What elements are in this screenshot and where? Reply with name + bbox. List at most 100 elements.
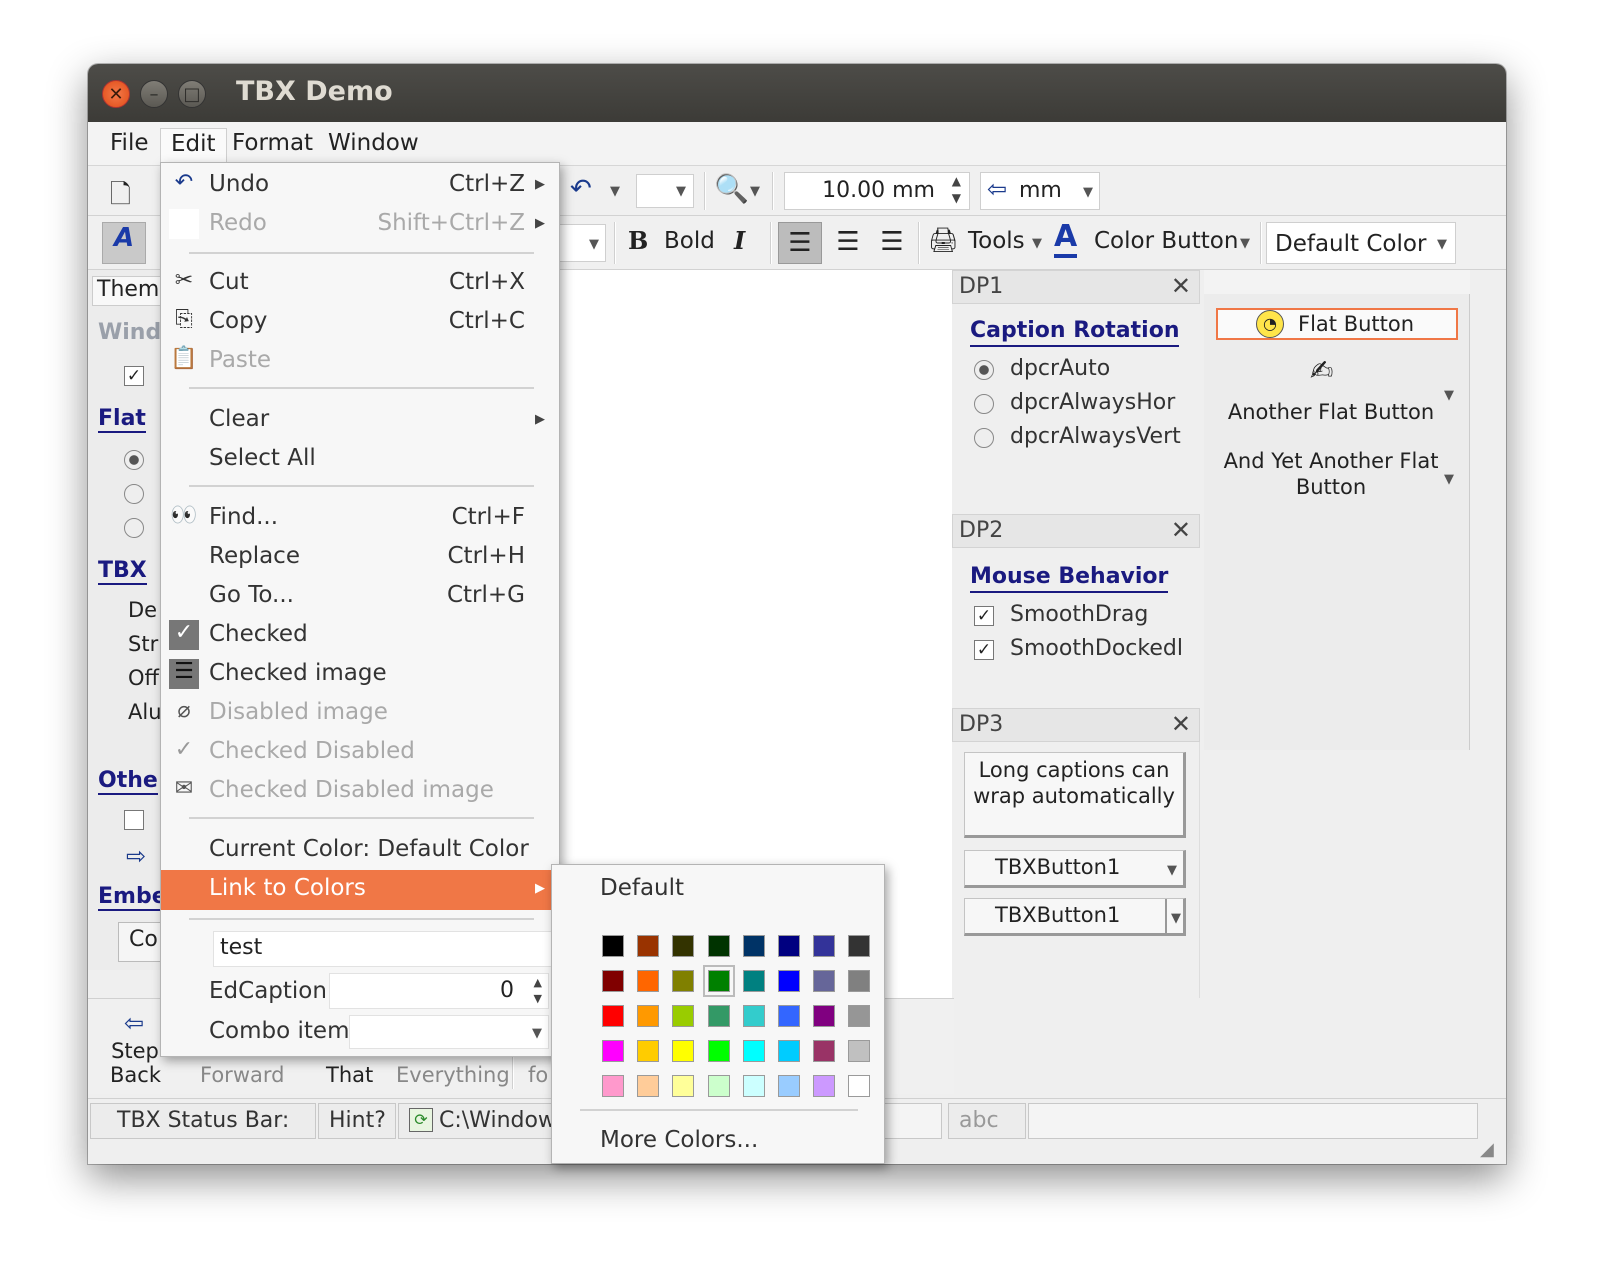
radio-dpcr-always-vert[interactable] — [974, 428, 994, 448]
color-swatch[interactable] — [848, 970, 871, 992]
tbx-item[interactable]: Str — [128, 632, 158, 656]
color-swatch[interactable] — [707, 935, 730, 957]
color-swatch[interactable] — [672, 1005, 695, 1027]
menu-item-undo[interactable]: ↶ Undo Ctrl+Z ▶ — [161, 166, 559, 204]
color-swatch[interactable] — [702, 965, 735, 997]
tools-icon[interactable]: 🖨 — [928, 226, 958, 254]
menu-text-input[interactable]: test — [213, 931, 553, 967]
other-checkbox[interactable] — [124, 810, 144, 830]
option-dpcr-always-hor[interactable]: dpcrAlwaysHor — [1010, 390, 1182, 415]
color-swatch[interactable] — [742, 1005, 765, 1027]
color-swatch[interactable] — [742, 1075, 765, 1097]
color-swatch[interactable] — [602, 1075, 624, 1097]
chevron-down-icon[interactable]: ▼ — [1444, 388, 1454, 403]
menu-item-copy[interactable]: ⎘ Copy Ctrl+C — [161, 303, 559, 341]
long-caption-button[interactable]: Long captions can wrap automatically — [964, 752, 1186, 838]
flat-radio-2[interactable] — [124, 484, 144, 504]
color-swatch[interactable] — [602, 970, 624, 992]
menu-file[interactable]: File — [100, 128, 159, 162]
unit-combo-arrow-icon[interactable]: ▼ — [1083, 185, 1093, 200]
color-swatch[interactable] — [742, 935, 765, 957]
color-swatch[interactable] — [813, 970, 836, 992]
edcaption-spin-input[interactable]: 0 ▲ ▼ — [329, 973, 549, 1009]
color-swatch[interactable] — [813, 935, 836, 957]
menu-item-go-to[interactable]: Go To... Ctrl+G — [161, 577, 559, 615]
tbx-button-1-split[interactable]: TBXButton1 ▼ — [964, 898, 1186, 936]
undo-icon[interactable]: ↶ — [570, 174, 592, 204]
close-icon[interactable]: ✕ — [1171, 272, 1191, 300]
color-swatch[interactable] — [637, 1075, 660, 1097]
unit-combo[interactable]: ⇦ mm ▼ — [980, 172, 1100, 210]
menu-item-checked[interactable]: ✓ Checked — [161, 616, 559, 654]
tbx-item[interactable]: De — [128, 598, 157, 622]
spin-arrows-icon[interactable]: ▲ ▼ — [534, 975, 542, 1007]
menu-combo-box[interactable]: ▼ — [349, 1015, 549, 1049]
color-swatch[interactable] — [778, 970, 800, 992]
tbx-button-1-dropdown[interactable]: TBXButton1 ▼ — [964, 850, 1186, 888]
color-swatch[interactable] — [672, 1075, 695, 1097]
align-left-icon[interactable]: ☰ — [778, 222, 822, 264]
color-swatch[interactable] — [778, 1040, 800, 1062]
bold-label[interactable]: Bold — [664, 228, 715, 254]
smooth-docked-checkbox[interactable]: ✓ — [974, 640, 994, 660]
more-colors-item[interactable]: More Colors... — [600, 1127, 758, 1153]
color-swatch[interactable] — [672, 970, 695, 992]
menu-item-replace[interactable]: Replace Ctrl+H — [161, 538, 559, 576]
color-swatch[interactable] — [813, 1005, 836, 1027]
menu-item-link-to-colors[interactable]: Link to Colors ▶ — [161, 870, 559, 910]
menu-edit[interactable]: Edit — [160, 128, 227, 162]
radio-dpcr-always-hor[interactable] — [974, 394, 994, 414]
color-swatch[interactable] — [602, 1040, 624, 1062]
print-preview-dropdown-arrow[interactable]: ▼ — [750, 184, 760, 199]
tbx-item[interactable]: Alu — [128, 700, 162, 724]
font-style-icon[interactable]: A — [102, 222, 146, 264]
color-swatch[interactable] — [848, 1075, 871, 1097]
align-right-icon[interactable]: ☰ — [872, 222, 912, 264]
step-back-button[interactable]: Step Back — [110, 1039, 161, 1087]
tools-dropdown-arrow[interactable]: ▼ — [1032, 236, 1042, 251]
menu-item-cut[interactable]: ✂ Cut Ctrl+X — [161, 264, 559, 302]
option-dpcr-always-vert[interactable]: dpcrAlwaysVert — [1010, 424, 1182, 449]
color-swatch[interactable] — [602, 935, 624, 957]
default-color-combo[interactable]: Default Color ▼ — [1266, 222, 1456, 264]
color-swatch[interactable] — [778, 935, 800, 957]
color-swatch[interactable] — [848, 1040, 871, 1062]
color-swatch[interactable] — [813, 1040, 836, 1062]
menu-item-find[interactable]: 👀 Find... Ctrl+F — [161, 499, 559, 537]
color-swatch[interactable] — [707, 1005, 730, 1027]
menu-item-checked-image[interactable]: ☰ Checked image — [161, 655, 559, 693]
maximize-window-button[interactable]: □ — [178, 80, 206, 108]
menu-item-current-color[interactable]: Current Color: Default Color — [161, 831, 559, 869]
font-color-icon[interactable]: A — [1054, 220, 1078, 258]
chevron-down-icon[interactable]: ▼ — [1171, 911, 1181, 926]
option-dpcr-auto[interactable]: dpcrAuto — [1010, 356, 1110, 381]
print-preview-icon[interactable]: 🔍 — [714, 172, 749, 205]
color-button[interactable]: Color Button — [1094, 228, 1238, 254]
menu-item-clear[interactable]: Clear ▶ — [161, 401, 559, 439]
style-combo-arrow-icon[interactable]: ▼ — [676, 184, 686, 199]
undo-dropdown-arrow[interactable]: ▼ — [610, 184, 620, 199]
step-back-icon[interactable]: ⇦ — [124, 1009, 144, 1037]
menu-window[interactable]: Window — [318, 128, 429, 162]
italic-icon[interactable]: I — [734, 226, 745, 255]
chevron-down-icon[interactable]: ▼ — [1444, 472, 1454, 487]
minimize-window-button[interactable]: – — [140, 80, 168, 108]
windows-checkbox[interactable]: ✓ — [124, 366, 144, 386]
color-swatch[interactable] — [813, 1075, 836, 1097]
align-center-icon[interactable]: ☰ — [828, 222, 868, 264]
flat-button[interactable]: ◔ Flat Button — [1216, 308, 1458, 340]
close-icon[interactable]: ✕ — [1171, 516, 1191, 544]
another-flat-button[interactable]: Another Flat Button — [1214, 400, 1448, 424]
color-swatch[interactable] — [637, 1040, 660, 1062]
size-spin-field[interactable]: 10.00 mm ▲ ▼ — [784, 172, 970, 210]
yet-another-flat-button[interactable]: And Yet Another Flat Button — [1214, 448, 1448, 500]
color-swatch[interactable] — [672, 935, 695, 957]
color-swatch[interactable] — [637, 970, 660, 992]
color-swatch[interactable] — [742, 970, 765, 992]
color-swatch[interactable] — [778, 1075, 800, 1097]
menu-item-select-all[interactable]: Select All — [161, 440, 559, 478]
close-window-button[interactable]: ✕ — [102, 80, 130, 108]
tools-button[interactable]: Tools — [968, 228, 1025, 254]
radio-dpcr-auto[interactable] — [974, 360, 994, 380]
default-color-combo-arrow-icon[interactable]: ▼ — [1437, 237, 1447, 252]
